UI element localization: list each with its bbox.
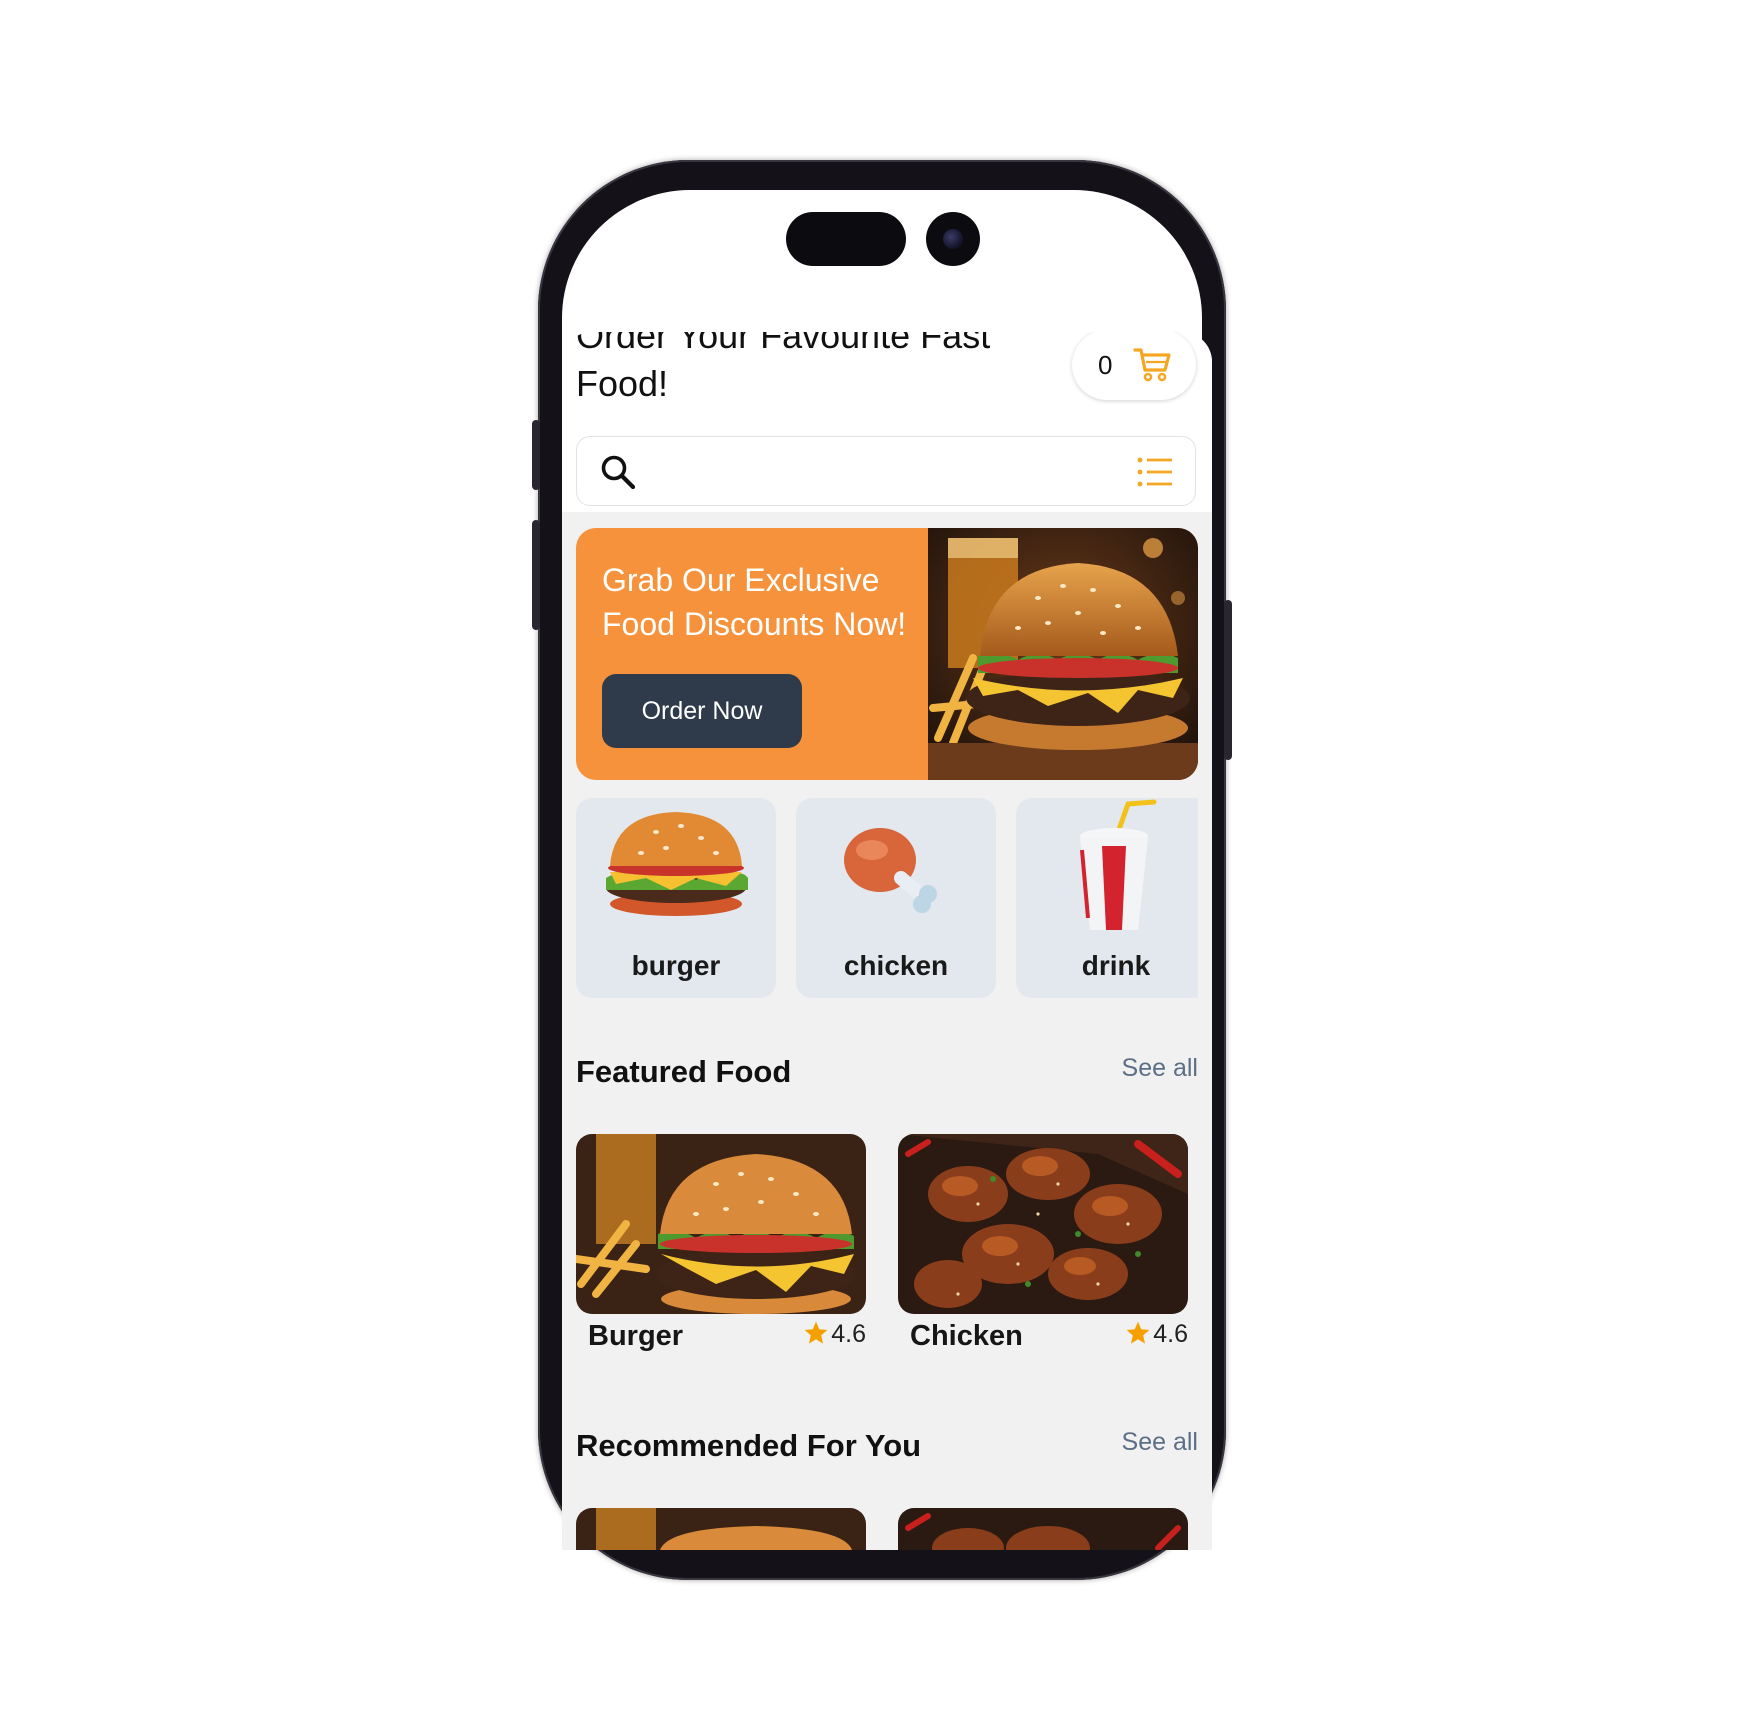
burger-photo — [576, 1134, 866, 1314]
featured-see-all-link[interactable]: See all — [1122, 1054, 1198, 1083]
phone-side-button-left — [532, 420, 540, 490]
category-drink[interactable]: drink — [1016, 798, 1198, 998]
shopping-cart-icon — [1132, 344, 1172, 389]
food-rating: 4.6 — [1125, 1320, 1188, 1353]
search-icon[interactable] — [599, 453, 637, 496]
promo-banner: Grab Our Exclusive Food Discounts Now! O… — [576, 528, 1198, 780]
search-bar[interactable] — [576, 436, 1196, 506]
app-content: Order Your Favourite Fast Food! 0 Grab O… — [562, 332, 1212, 1550]
category-burger[interactable]: burger — [576, 798, 776, 998]
phone-side-button-left-2 — [532, 520, 540, 630]
star-icon — [803, 1320, 829, 1353]
category-chicken[interactable]: chicken — [796, 798, 996, 998]
food-name: Chicken — [910, 1320, 1023, 1352]
page-title: Order Your Favourite Fast Food! — [576, 332, 991, 404]
promo-text: Grab Our Exclusive Food Discounts Now! — [602, 562, 907, 642]
featured-title: Featured Food — [576, 1054, 792, 1089]
category-label: burger — [631, 950, 721, 981]
recommended-see-all-link[interactable]: See all — [1122, 1428, 1198, 1457]
food-rating: 4.6 — [803, 1320, 866, 1353]
burger-photo — [576, 1508, 866, 1550]
order-now-button[interactable]: Order Now — [602, 674, 802, 748]
front-camera-icon — [926, 212, 980, 266]
phone-side-button-right — [1224, 600, 1232, 760]
soda-cup-icon — [1016, 798, 1198, 943]
rating-value: 4.6 — [1153, 1320, 1188, 1348]
chicken-leg-icon — [796, 798, 996, 943]
app-header: Order Your Favourite Fast Food! 0 — [562, 332, 1212, 512]
dynamic-island — [786, 212, 906, 266]
recommended-title: Recommended For You — [576, 1428, 922, 1463]
promo-burger-image — [928, 528, 1198, 780]
category-label: drink — [1081, 950, 1151, 981]
cart-button[interactable]: 0 — [1072, 332, 1196, 400]
chicken-wings-photo — [898, 1508, 1188, 1550]
food-name: Burger — [588, 1320, 684, 1352]
chicken-wings-photo — [898, 1134, 1188, 1314]
category-label: chicken — [843, 950, 949, 981]
star-icon — [1125, 1320, 1151, 1353]
list-filter-icon[interactable] — [1137, 457, 1173, 492]
burger-icon — [576, 798, 776, 943]
rating-value: 4.6 — [831, 1320, 866, 1348]
cart-count: 0 — [1098, 350, 1113, 380]
